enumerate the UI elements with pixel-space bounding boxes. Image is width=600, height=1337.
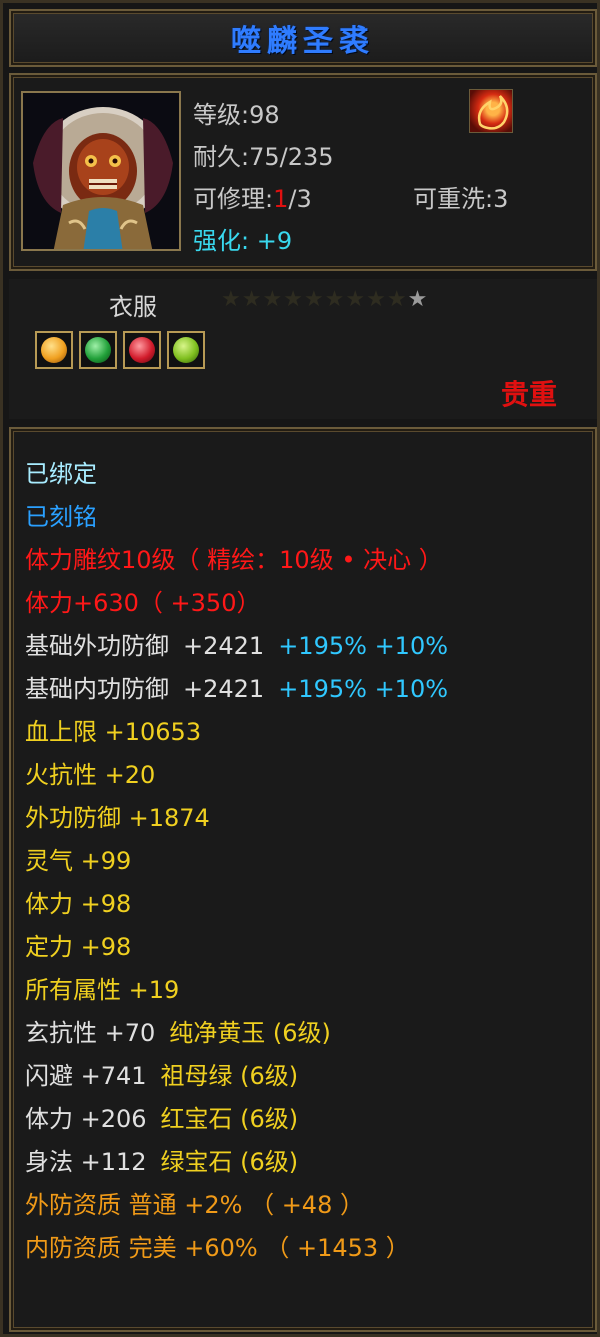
lime-gem-icon <box>173 337 199 363</box>
int-def-pct2: +10% <box>374 675 449 703</box>
title-bar: 噬麟圣裘 <box>9 9 597 67</box>
ext-def-pct1: +195% <box>278 632 367 660</box>
star-icon: ★ <box>241 287 262 312</box>
star-icon: ★ <box>221 287 241 312</box>
focus-line: 定力 +98 <box>25 933 132 961</box>
gem-slot-lime[interactable] <box>167 331 205 369</box>
repair-label: 可修理: <box>193 185 274 213</box>
int-aptitude-line: 内防资质 完美 +60% （ +1453 ） <box>25 1234 410 1262</box>
durability-value: 75/235 <box>249 143 334 171</box>
gem-slot-yellow[interactable] <box>35 331 73 369</box>
red-gem-icon <box>129 337 155 363</box>
gem-slot-green[interactable] <box>79 331 117 369</box>
gem-stat-line: 闪避 +741 祖母绿 (6级) <box>25 1055 595 1098</box>
item-tooltip: 噬麟圣裘 等级:98 耐久:75/235 可修理:1/3 可重洗:3 强化: +… <box>0 0 600 1337</box>
level-stat: 等级:98 <box>193 95 280 130</box>
star-icon: ★ <box>366 287 386 312</box>
hp-line: 血上限 +10653 <box>25 718 202 746</box>
stamina-bonus-line: 体力+630（ +350） <box>25 589 261 617</box>
gem-name: 红宝石 (6级) <box>160 1105 299 1133</box>
repair-used: 1 <box>273 185 289 213</box>
item-type-panel: 衣服 ★ ★ ★ ★ ★ ★ ★ ★ ★ ★ 贵重 <box>9 279 597 419</box>
int-defense-base-line: 基础内功防御 +2421 +195% +10% <box>25 668 595 711</box>
engraved-status: 已刻铭 <box>25 503 97 531</box>
int-def-value: +2421 <box>183 675 265 703</box>
star-icon: ★ <box>324 287 345 312</box>
repair-stat: 可修理:1/3 <box>193 179 312 214</box>
carving-line: 体力雕纹10级（ 精绘：10级 • 决心 ） <box>25 546 443 574</box>
star-icon: ★ <box>303 287 324 312</box>
gem-slots <box>35 331 205 369</box>
level-label: 等级: <box>193 101 250 129</box>
gem-slot-red[interactable] <box>123 331 161 369</box>
ext-def-value: +2421 <box>183 632 265 660</box>
enhance-label: 强化: <box>193 227 250 255</box>
ext-def-pct2: +10% <box>374 632 449 660</box>
spirit-line: 灵气 +99 <box>25 847 132 875</box>
flame-icon <box>469 89 513 133</box>
item-quality: 贵重 <box>500 378 557 411</box>
star-icon: ★ <box>407 287 428 312</box>
int-def-label: 基础内功防御 <box>25 675 169 703</box>
gem-name: 祖母绿 (6级) <box>160 1062 299 1090</box>
repair-total: /3 <box>288 185 312 213</box>
all-attr-line: 所有属性 +19 <box>25 976 180 1004</box>
gem-stat: 闪避 +741 <box>25 1062 147 1090</box>
gem-name: 纯净黄玉 (6级) <box>169 1019 331 1047</box>
gem-stat-line: 身法 +112 绿宝石 (6级) <box>25 1141 595 1184</box>
attributes-panel: 已绑定 已刻铭 体力雕纹10级（ 精绘：10级 • 决心 ） 体力+630（ +… <box>9 427 597 1332</box>
star-icon: ★ <box>262 287 283 312</box>
item-type: 衣服 <box>109 293 157 321</box>
rewash-stat: 可重洗:3 <box>413 179 508 214</box>
ext-defense-line: 外功防御 +1874 <box>25 804 210 832</box>
green-gem-icon <box>85 337 111 363</box>
gem-stat-line: 体力 +206 红宝石 (6级) <box>25 1098 595 1141</box>
stamina-line: 体力 +98 <box>25 890 132 918</box>
gem-stat: 体力 +206 <box>25 1105 147 1133</box>
gem-stat-line: 玄抗性 +70 纯净黄玉 (6级) <box>25 1012 595 1055</box>
level-value: 98 <box>249 101 280 129</box>
gem-stat: 玄抗性 +70 <box>25 1019 156 1047</box>
ext-def-label: 基础外功防御 <box>25 632 169 660</box>
yellow-gem-icon <box>41 337 67 363</box>
rewash-label: 可重洗: <box>413 185 494 213</box>
fire-res-line: 火抗性 +20 <box>25 761 156 789</box>
star-icon: ★ <box>386 287 407 312</box>
enhance-value: +9 <box>256 227 293 255</box>
ext-defense-base-line: 基础外功防御 +2421 +195% +10% <box>25 625 595 668</box>
enhance-stat: 强化: +9 <box>193 221 292 256</box>
gem-stat: 身法 +112 <box>25 1148 147 1176</box>
rewash-value: 3 <box>493 185 509 213</box>
gem-name: 绿宝石 (6级) <box>160 1148 299 1176</box>
durability-stat: 耐久:75/235 <box>193 137 334 172</box>
item-portrait <box>21 91 181 251</box>
ext-aptitude-line: 外防资质 普通 +2% （ +48 ） <box>25 1191 364 1219</box>
bound-status: 已绑定 <box>25 460 97 488</box>
item-info-panel: 等级:98 耐久:75/235 可修理:1/3 可重洗:3 强化: +9 <box>9 73 597 271</box>
durability-label: 耐久: <box>193 143 250 171</box>
star-icon: ★ <box>345 287 366 312</box>
star-rating: ★ ★ ★ ★ ★ ★ ★ ★ ★ ★ <box>221 287 427 312</box>
item-name: 噬麟圣裘 <box>231 24 375 59</box>
star-icon: ★ <box>283 287 303 312</box>
int-def-pct1: +195% <box>278 675 367 703</box>
